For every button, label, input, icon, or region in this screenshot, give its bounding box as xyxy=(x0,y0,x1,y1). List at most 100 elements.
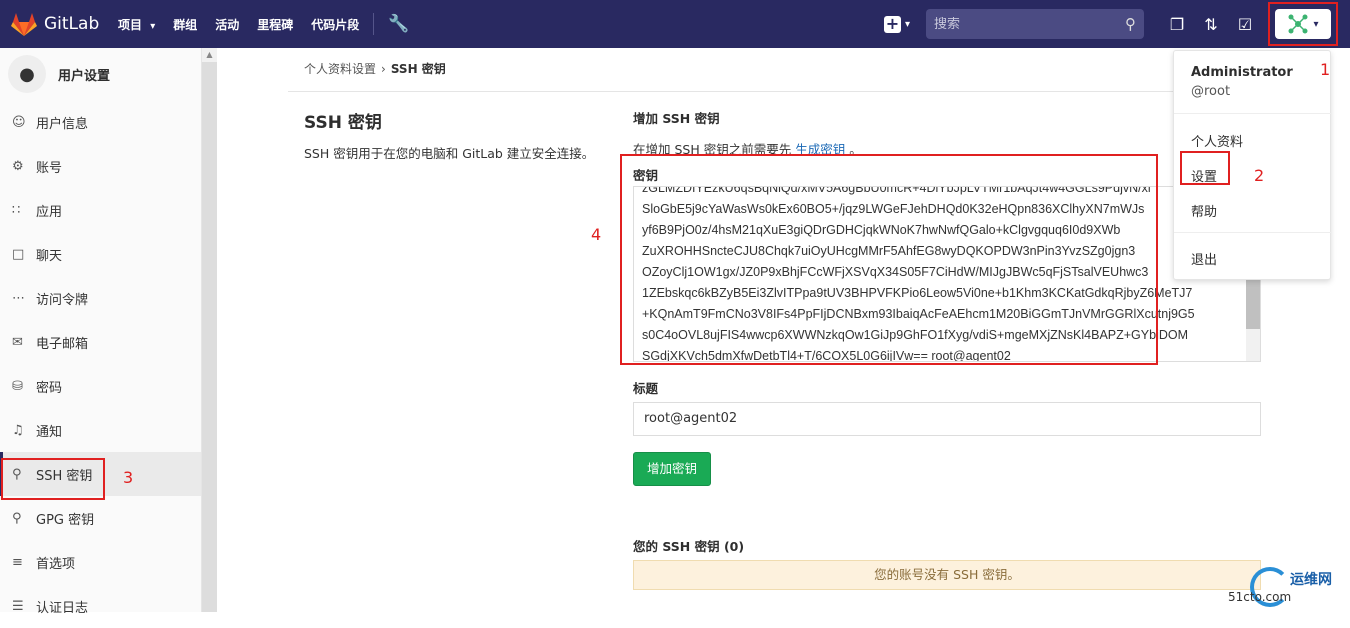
add-ssh-key-form: 增加 SSH 密钥 在增加 SSH 密钥之前需要先 生成密钥 。 密钥 zGLM… xyxy=(633,108,1261,590)
sidebar-item-password[interactable]: ⛁ 密码 xyxy=(0,364,201,408)
dropdown-username: @root xyxy=(1191,84,1231,99)
new-dropdown-button[interactable]: + ▾ xyxy=(883,13,910,33)
nav-projects[interactable]: 项目 ▾ xyxy=(118,16,155,33)
sidebar-title: 用户设置 xyxy=(58,68,111,84)
nav-divider xyxy=(373,13,375,35)
add-key-button[interactable]: 增加密钥 xyxy=(633,452,711,486)
nav-snippets[interactable]: 代码片段 xyxy=(311,16,359,33)
user-circle-icon: ☺ xyxy=(12,114,26,130)
search-icon[interactable]: ⚲ xyxy=(1125,15,1136,33)
title-label: 标题 xyxy=(633,381,659,396)
annotation-number-3: 3 xyxy=(123,468,134,487)
chevron-down-icon: ▾ xyxy=(150,20,156,32)
chevron-down-icon: ▾ xyxy=(1313,18,1319,30)
identicon-avatar-icon xyxy=(1288,14,1308,34)
breadcrumb: 个人资料设置 › SSH 密钥 xyxy=(304,60,446,77)
avatar: ▾ xyxy=(1275,9,1331,39)
annotation-number-1: 1 xyxy=(1320,60,1331,79)
sidebar-item-emails[interactable]: ✉ 电子邮箱 xyxy=(0,320,201,364)
sidebar-item-applications[interactable]: ∷ 应用 xyxy=(0,188,201,232)
sidebar-item-label: 访问令牌 xyxy=(36,292,89,308)
sidebar-item-label: 密码 xyxy=(36,380,63,396)
your-keys-heading: 您的 SSH 密钥 (0) xyxy=(633,539,745,554)
annotation-box-ssh-keys xyxy=(1,458,105,500)
scrollbar-thumb[interactable] xyxy=(1246,277,1260,329)
sliders-icon: ≡ xyxy=(12,554,23,570)
chevron-down-icon: ▾ xyxy=(904,18,910,30)
search-input[interactable] xyxy=(934,16,1104,32)
sidebar-item-auth-log[interactable]: ☰ 认证日志 xyxy=(0,584,201,628)
sidebar-item-label: 首选项 xyxy=(36,556,76,572)
sidebar-item-label: 电子邮箱 xyxy=(36,336,89,352)
sidebar-item-profile[interactable]: ☺ 用户信息 xyxy=(0,100,201,144)
brand-name: GitLab xyxy=(44,14,100,34)
sidebar-scrollbar[interactable]: ▲ xyxy=(202,48,217,612)
dropdown-divider xyxy=(1174,113,1332,114)
account-gear-icon: ⚙ xyxy=(12,158,24,174)
user-avatar-icon: ● xyxy=(8,55,46,93)
menu-item-profile[interactable]: 个人资料 xyxy=(1191,131,1243,150)
search-box: ⚲ xyxy=(926,9,1144,39)
page-title: SSH 密钥 xyxy=(304,113,382,133)
dropdown-user-name: Administrator xyxy=(1191,65,1293,80)
token-icon: ⋯ xyxy=(12,290,25,306)
annotation-box-key-field xyxy=(620,154,1158,365)
gitlab-tanuki-icon xyxy=(11,13,37,36)
breadcrumb-parent[interactable]: 个人资料设置 xyxy=(304,62,376,76)
sidebar-item-label: GPG 密钥 xyxy=(36,512,95,528)
breadcrumb-separator-icon: › xyxy=(381,62,386,76)
admin-wrench-icon[interactable]: 🔧 xyxy=(388,14,409,34)
sidebar-header[interactable]: ● 用户设置 xyxy=(0,48,201,100)
menu-item-sign-out[interactable]: 退出 xyxy=(1191,249,1217,268)
sidebar-item-account[interactable]: ⚙ 账号 xyxy=(0,144,201,188)
scroll-up-arrow-icon[interactable]: ▲ xyxy=(202,48,217,62)
list-icon: ☰ xyxy=(12,598,24,614)
sidebar-item-label: 账号 xyxy=(36,160,63,176)
watermark-en: 51cto.com xyxy=(1228,590,1292,604)
nav-milestones[interactable]: 里程碑 xyxy=(257,16,293,33)
no-keys-notice: 您的账号没有 SSH 密钥。 xyxy=(633,560,1261,590)
sidebar-item-label: 通知 xyxy=(36,424,63,440)
lock-icon: ⛁ xyxy=(12,378,23,394)
sidebar-item-preferences[interactable]: ≡ 首选项 xyxy=(0,540,201,584)
sidebar-item-notifications[interactable]: ♫ 通知 xyxy=(0,408,201,452)
sidebar-item-label: 聊天 xyxy=(36,248,63,264)
user-menu-toggle[interactable]: ▾ xyxy=(1268,2,1338,46)
issues-icon[interactable]: ❐ xyxy=(1160,15,1194,34)
chat-icon: □ xyxy=(12,246,25,262)
annotation-number-4: 4 xyxy=(591,225,602,244)
top-navbar: GitLab 项目 ▾ 群组 活动 里程碑 代码片段 🔧 + ▾ ⚲ ❐ ⇅ ☑ xyxy=(0,0,1350,48)
key-icon: ⚲ xyxy=(12,510,22,526)
nav-projects-label: 项目 xyxy=(118,17,143,32)
title-input[interactable]: root@agent02 xyxy=(633,402,1261,436)
breadcrumb-current: SSH 密钥 xyxy=(390,62,446,76)
watermark: 运维网 51cto.com xyxy=(1228,565,1350,612)
settings-sidebar: ● 用户设置 ☺ 用户信息 ⚙ 账号 ∷ 应用 □ 聊天 ⋯ 访问令牌 ✉ 电子邮箱 ⛁ 密码… xyxy=(0,48,202,616)
sidebar-item-chat[interactable]: □ 聊天 xyxy=(0,232,201,276)
annotation-number-2: 2 xyxy=(1254,166,1265,185)
sidebar-item-label: 用户信息 xyxy=(36,116,89,132)
grid-icon: ∷ xyxy=(12,202,21,218)
section-intro: SSH 密钥 SSH 密钥用于在您的电脑和 GitLab 建立安全连接。 xyxy=(304,108,600,164)
gitlab-logo[interactable]: GitLab xyxy=(10,11,118,37)
nav-groups[interactable]: 群组 xyxy=(173,16,197,33)
sidebar-item-access-tokens[interactable]: ⋯ 访问令牌 xyxy=(0,276,201,320)
right-nav: + ▾ ⚲ ❐ ⇅ ☑ ▾ xyxy=(883,0,1350,48)
merge-request-icon[interactable]: ⇅ xyxy=(1194,15,1228,34)
mail-icon: ✉ xyxy=(12,334,23,350)
bell-icon: ♫ xyxy=(12,422,24,438)
todo-check-icon[interactable]: ☑ xyxy=(1228,15,1262,34)
sidebar-item-gpg-keys[interactable]: ⚲ GPG 密钥 xyxy=(0,496,201,540)
watermark-cn: 运维网 xyxy=(1290,572,1332,588)
section-description: SSH 密钥用于在您的电脑和 GitLab 建立安全连接。 xyxy=(304,146,595,161)
header-divider xyxy=(288,91,1260,92)
plus-icon: + xyxy=(883,13,901,33)
nav-activity[interactable]: 活动 xyxy=(215,16,239,33)
annotation-box-settings xyxy=(1180,151,1230,185)
sidebar-item-label: 认证日志 xyxy=(36,600,89,616)
sidebar-item-label: 应用 xyxy=(36,204,63,220)
menu-item-help[interactable]: 帮助 xyxy=(1191,201,1217,220)
main-nav: 项目 ▾ 群组 活动 里程碑 代码片段 🔧 xyxy=(118,13,409,35)
add-key-heading: 增加 SSH 密钥 xyxy=(633,111,720,126)
dropdown-divider xyxy=(1174,232,1332,233)
